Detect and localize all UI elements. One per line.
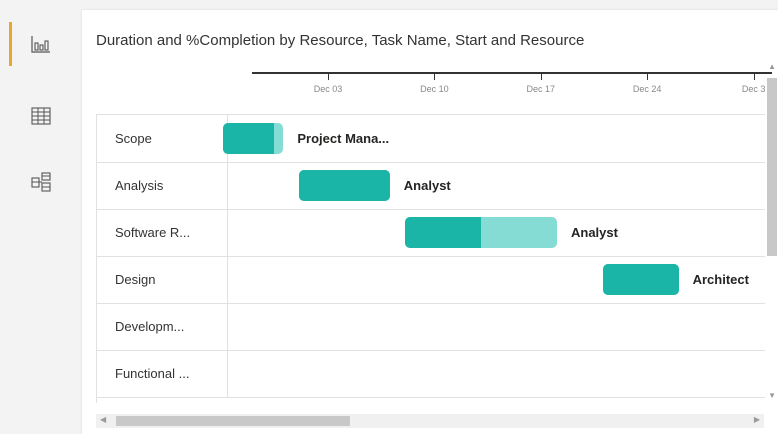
resource-label: Architect <box>692 272 749 287</box>
task-completion-fill <box>222 123 275 154</box>
task-completion-fill <box>298 170 390 201</box>
axis-tick <box>328 72 329 80</box>
visual-title: Duration and %Completion by Resource, Ta… <box>96 32 585 49</box>
gantt-row[interactable]: Design Architect <box>97 256 765 304</box>
task-bar[interactable] <box>602 264 679 295</box>
gantt-visual[interactable]: Duration and %Completion by Resource, Ta… <box>82 10 778 434</box>
view-rail <box>0 0 82 434</box>
gantt-row[interactable]: Analysis Analyst <box>97 162 765 210</box>
horizontal-scroll-thumb[interactable] <box>116 416 350 426</box>
task-name-label: Design <box>97 256 228 303</box>
axis-tick-label: Dec 03 <box>313 84 343 94</box>
data-view-button[interactable] <box>0 88 82 144</box>
task-completion-fill <box>405 217 481 248</box>
horizontal-scrollbar[interactable]: ◀ ▶ <box>96 414 764 428</box>
vertical-scroll-thumb[interactable] <box>767 78 777 256</box>
axis-tick <box>753 72 755 80</box>
scroll-up-icon[interactable]: ▲ <box>768 62 776 71</box>
axis-tick-label: Dec 3 <box>741 84 766 94</box>
task-bar[interactable] <box>405 217 557 248</box>
scroll-left-icon[interactable]: ◀ <box>100 415 106 424</box>
task-completion-fill <box>602 264 679 295</box>
task-bar[interactable] <box>222 123 284 154</box>
report-view-icon <box>31 36 50 53</box>
task-bar[interactable] <box>298 170 390 201</box>
task-name-label: Functional ... <box>97 350 228 397</box>
scroll-right-icon[interactable]: ▶ <box>754 415 760 424</box>
resource-label: Analyst <box>571 225 618 240</box>
task-name-label: Software R... <box>97 209 228 256</box>
axis-tick <box>647 72 649 80</box>
axis-tick-label: Dec 10 <box>420 84 449 94</box>
scroll-down-icon[interactable]: ▼ <box>768 391 776 400</box>
axis-tick <box>540 72 542 80</box>
gantt-row[interactable]: Functional ... <box>97 350 765 398</box>
axis-tick-label: Dec 24 <box>632 84 662 94</box>
data-view-icon <box>31 107 51 125</box>
gantt-row[interactable]: Software R... Analyst <box>97 209 765 257</box>
resource-label: Project Mana... <box>297 131 390 146</box>
gantt-grid: Scope Project Mana... Analysis Analyst Softw… <box>96 114 765 403</box>
axis-tick <box>434 72 436 80</box>
vertical-scrollbar[interactable]: ▲ ▼ <box>766 60 778 400</box>
task-name-label: Developm... <box>97 303 228 350</box>
time-axis-line <box>252 72 772 74</box>
model-view-button[interactable] <box>0 154 82 210</box>
model-view-icon <box>31 172 51 192</box>
report-view-button[interactable] <box>0 16 82 72</box>
resource-label: Analyst <box>403 178 451 193</box>
axis-tick-label: Dec 17 <box>526 84 556 94</box>
task-name-label: Scope <box>97 115 228 162</box>
gantt-row[interactable]: Scope Project Mana... <box>97 115 765 163</box>
gantt-row[interactable]: Developm... <box>97 303 765 351</box>
task-name-label: Analysis <box>97 162 228 209</box>
